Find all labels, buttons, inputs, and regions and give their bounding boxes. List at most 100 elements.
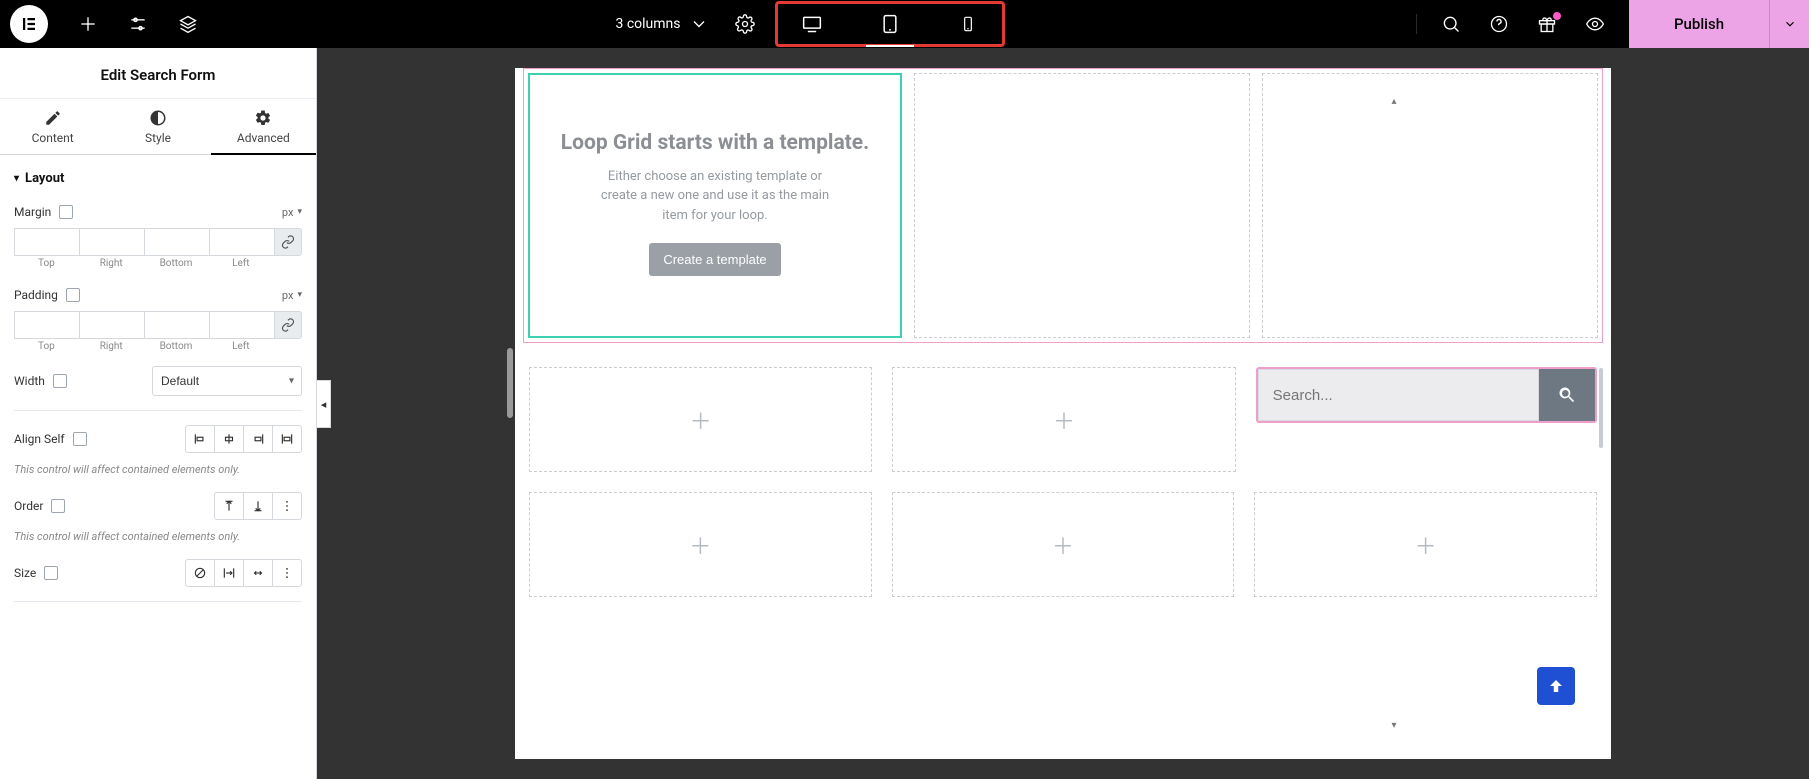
add-widget-cell[interactable]: ＋	[1254, 492, 1597, 597]
loop-grid-section[interactable]: Loop Grid starts with a template. Either…	[523, 68, 1603, 343]
align-self-center-button[interactable]	[214, 425, 244, 453]
responsive-indicator-icon[interactable]	[73, 432, 87, 446]
responsive-indicator-icon[interactable]	[59, 205, 73, 219]
canvas-scroll-thumb[interactable]	[1599, 368, 1603, 448]
padding-top-input[interactable]	[14, 311, 79, 339]
add-widget-cell[interactable]: ＋	[892, 492, 1235, 597]
structure-label-text: 3 columns	[616, 16, 681, 32]
section-layout-header[interactable]: ▾ Layout	[14, 171, 302, 186]
add-widget-cell[interactable]: ＋	[529, 492, 872, 597]
search-submit-button[interactable]	[1539, 369, 1595, 421]
device-mobile-button[interactable]	[944, 4, 992, 44]
preview-button[interactable]	[1585, 14, 1605, 34]
whats-new-button[interactable]	[1537, 14, 1557, 34]
tab-advanced-label: Advanced	[237, 131, 290, 145]
tab-advanced[interactable]: Advanced	[211, 99, 316, 155]
add-widget-cell[interactable]: ＋	[892, 367, 1235, 472]
size-more-button[interactable]	[272, 559, 302, 587]
section-layout-label: Layout	[25, 171, 64, 186]
responsive-indicator-icon[interactable]	[51, 499, 65, 513]
align-self-stretch-button[interactable]	[272, 425, 302, 453]
notification-dot-icon	[1553, 12, 1561, 20]
canvas-scroll[interactable]: ▴▾ Loop Grid starts with a template. Eit…	[515, 68, 1611, 759]
padding-link-values-button[interactable]	[274, 311, 302, 339]
loop-title: Loop Grid starts with a template.	[561, 129, 869, 157]
page-settings-button[interactable]	[735, 14, 755, 34]
align-self-choices	[185, 425, 302, 453]
panel-tabs: Content Style Advanced	[0, 99, 316, 155]
align-self-note: This control will affect contained eleme…	[14, 463, 302, 476]
order-note: This control will affect contained eleme…	[14, 530, 302, 543]
tab-content-label: Content	[32, 131, 74, 145]
top-bar: 3 columns	[0, 0, 1809, 48]
vertical-scroll-indicator: ▴▾	[1387, 96, 1401, 731]
responsive-indicator-icon[interactable]	[53, 374, 67, 388]
plus-icon: ＋	[1052, 529, 1074, 561]
order-end-button[interactable]	[243, 492, 273, 520]
size-grow-button[interactable]	[214, 559, 244, 587]
order-choices	[214, 492, 302, 520]
loop-item-placeholder[interactable]	[1262, 73, 1598, 338]
margin-unit-switcher[interactable]: px ▾	[282, 206, 302, 219]
margin-left-input[interactable]	[209, 228, 274, 256]
align-self-start-button[interactable]	[185, 425, 215, 453]
loop-template-placeholder[interactable]: Loop Grid starts with a template. Either…	[528, 73, 902, 338]
publish-button[interactable]: Publish	[1629, 0, 1769, 48]
device-tablet-button[interactable]	[866, 4, 914, 44]
site-settings-button[interactable]	[128, 14, 148, 34]
width-select[interactable]: Default	[152, 366, 302, 396]
topbar-right-group	[1416, 14, 1629, 34]
publish-options-button[interactable]	[1769, 0, 1809, 48]
loop-item-placeholder[interactable]	[914, 73, 1250, 338]
padding-bottom-input[interactable]	[144, 311, 209, 339]
size-label: Size	[14, 566, 36, 580]
sidebar-body: ▾ Layout Margin px ▾	[0, 155, 316, 646]
tab-content[interactable]: Content	[0, 99, 105, 154]
order-label: Order	[14, 499, 43, 513]
padding-label: Padding	[14, 288, 58, 302]
size-choices	[185, 559, 302, 587]
margin-right-input[interactable]	[79, 228, 144, 256]
elementor-logo-button[interactable]	[10, 5, 48, 43]
margin-link-values-button[interactable]	[274, 228, 302, 256]
publish-label: Publish	[1674, 15, 1724, 33]
plus-icon: ＋	[1053, 404, 1075, 436]
plus-icon: ＋	[1415, 529, 1437, 561]
margin-bottom-input[interactable]	[144, 228, 209, 256]
padding-right-input[interactable]	[79, 311, 144, 339]
margin-label: Margin	[14, 205, 51, 219]
editor-canvas-area: ▴▾ Loop Grid starts with a template. Eit…	[317, 48, 1809, 779]
responsive-indicator-icon[interactable]	[44, 566, 58, 580]
topbar-center-group: 3 columns	[598, 1, 1017, 47]
topbar-left-group	[0, 5, 198, 43]
responsive-device-group	[775, 1, 1005, 47]
tab-style[interactable]: Style	[105, 99, 210, 154]
tab-style-label: Style	[145, 131, 171, 145]
size-none-button[interactable]	[185, 559, 215, 587]
scroll-to-top-button[interactable]	[1537, 667, 1575, 705]
panel-title: Edit Search Form	[0, 48, 316, 99]
responsive-indicator-icon[interactable]	[66, 288, 80, 302]
navigator-button[interactable]	[178, 14, 198, 34]
loop-description: Either choose an existing template or cr…	[600, 167, 830, 226]
order-more-button[interactable]	[272, 492, 302, 520]
align-self-end-button[interactable]	[243, 425, 273, 453]
create-template-button[interactable]: Create a template	[649, 243, 780, 276]
add-element-button[interactable]	[78, 14, 98, 34]
finder-search-button[interactable]	[1441, 14, 1461, 34]
search-widget-selected[interactable]	[1256, 367, 1597, 423]
size-shrink-button[interactable]	[243, 559, 273, 587]
structure-selector[interactable]: 3 columns	[610, 14, 715, 34]
align-self-label: Align Self	[14, 432, 65, 446]
editor-sidebar: Edit Search Form Content Style Advanced …	[0, 48, 317, 779]
help-button[interactable]	[1489, 14, 1509, 34]
add-widget-cell[interactable]: ＋	[529, 367, 872, 472]
device-desktop-button[interactable]	[788, 4, 836, 44]
width-label: Width	[14, 374, 45, 388]
plus-icon: ＋	[690, 404, 712, 436]
padding-unit-switcher[interactable]: px ▾	[282, 289, 302, 302]
order-start-button[interactable]	[214, 492, 244, 520]
canvas-resize-handle-left[interactable]	[507, 348, 513, 418]
padding-left-input[interactable]	[209, 311, 274, 339]
margin-top-input[interactable]	[14, 228, 79, 256]
